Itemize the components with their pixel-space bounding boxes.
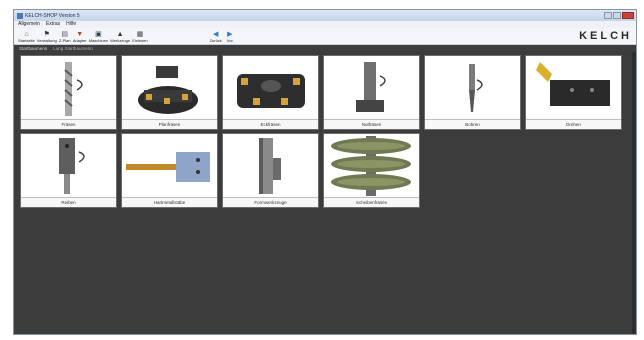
z-plan-button[interactable]: ▤ Z-Plan <box>59 31 71 43</box>
tile-label: Bohren <box>425 119 520 129</box>
forward-button[interactable]: ▶ Vor <box>224 31 236 43</box>
tile-scheibenfraesen[interactable]: Scheibenfräsen <box>323 133 420 208</box>
einlesen-button[interactable]: ▦ Einlesen <box>132 31 147 43</box>
title-bar: KELCH-SHOP Version 5 <box>14 10 636 21</box>
minimize-button[interactable] <box>604 12 612 19</box>
document-icon: ▤ <box>61 31 69 38</box>
shoulder-mill-icon <box>237 74 305 108</box>
forward-icon: ▶ <box>227 31 233 38</box>
home-button[interactable]: ⌂ Startseite <box>18 31 35 43</box>
verwaltung-button[interactable]: ⚑ Verwaltung <box>37 31 57 43</box>
tile-formwerkzeuge[interactable]: Formwerkzeuge <box>222 133 319 208</box>
tile-bohren[interactable]: Bohren <box>424 55 521 130</box>
maschinen-button[interactable]: ▣ Maschinen <box>89 31 108 43</box>
disc-cutter-icon <box>331 136 411 196</box>
tile-label: Eckfräsen <box>223 119 318 129</box>
tile-label: Drehen <box>526 119 621 129</box>
menu-item-allgemein[interactable]: Allgemein <box>18 21 40 28</box>
back-button[interactable]: ◀ Zurück <box>210 31 222 43</box>
maximize-button[interactable] <box>613 12 621 19</box>
tile-label: Nutfräsen <box>324 119 419 129</box>
adapter-button[interactable]: ▼ Adapter <box>73 31 87 43</box>
window-title: KELCH-SHOP Version 5 <box>25 12 80 19</box>
brand-logo: KELCH <box>579 29 632 42</box>
tool-icon: ▲ <box>116 31 124 38</box>
app-icon <box>17 12 23 19</box>
drill-bit-icon <box>64 62 83 116</box>
machine-icon: ▣ <box>95 31 102 38</box>
tile-reiben[interactable]: Reiben <box>20 133 117 208</box>
tile-eckfraesen[interactable]: Eckfräsen <box>222 55 319 130</box>
werkzeuge-button[interactable]: ▲ Werkzeuge <box>110 31 130 43</box>
tile-label: Scheibenfräsen <box>324 197 419 207</box>
close-button[interactable] <box>622 12 634 19</box>
tile-drehen[interactable]: Drehen <box>525 55 622 130</box>
tile-label: Planfräsen <box>122 119 217 129</box>
import-icon: ▦ <box>136 31 144 38</box>
main-area: Fräsen Planfräsen Eckfräsen Nutfräsen Bo… <box>14 52 636 334</box>
tile-label: Fräsen <box>21 119 116 129</box>
vertical-scrollbar[interactable] <box>632 52 636 334</box>
window-controls <box>604 12 636 19</box>
adapter-icon: ▼ <box>76 31 84 38</box>
tab-startbaumenu[interactable]: Startbaumenü <box>19 46 47 51</box>
tile-label: Formwerkzeuge <box>223 197 318 207</box>
carbide-rod-icon <box>126 152 210 182</box>
toolbar: ⌂ Startseite ⚑ Verwaltung ▤ Z-Plan ▼ Adapter… <box>14 28 636 45</box>
t-slot-cutter-icon <box>356 62 386 112</box>
menu-item-extras[interactable]: Extras <box>46 21 60 28</box>
tile-label: Reiben <box>21 197 116 207</box>
tile-label: Hartmetallstäbe <box>122 197 217 207</box>
tile-hartmetallstaebe[interactable]: Hartmetallstäbe <box>121 133 218 208</box>
reamer-icon <box>59 138 85 194</box>
tile-fraesen[interactable]: Fräsen <box>20 55 117 130</box>
menu-bar: Allgemein Extras Hilfe <box>14 21 636 28</box>
app-window: KELCH-SHOP Version 5 Allgemein Extras Hi… <box>13 9 637 335</box>
tab-lang-startbaumenu[interactable]: Lang Startbaumenü <box>53 46 93 51</box>
form-tool-icon <box>259 138 281 194</box>
menu-item-hilfe[interactable]: Hilfe <box>66 21 76 28</box>
turning-tool-icon <box>536 62 610 106</box>
home-icon: ⌂ <box>24 31 29 38</box>
flag-icon: ⚑ <box>43 31 50 38</box>
face-mill-icon <box>138 66 198 114</box>
twist-drill-icon <box>469 64 483 112</box>
back-icon: ◀ <box>212 31 219 38</box>
tab-bar: Startbaumenü Lang Startbaumenü <box>14 45 636 52</box>
tile-nutfraesen[interactable]: Nutfräsen <box>323 55 420 130</box>
tile-planfraesen[interactable]: Planfräsen <box>121 55 218 130</box>
